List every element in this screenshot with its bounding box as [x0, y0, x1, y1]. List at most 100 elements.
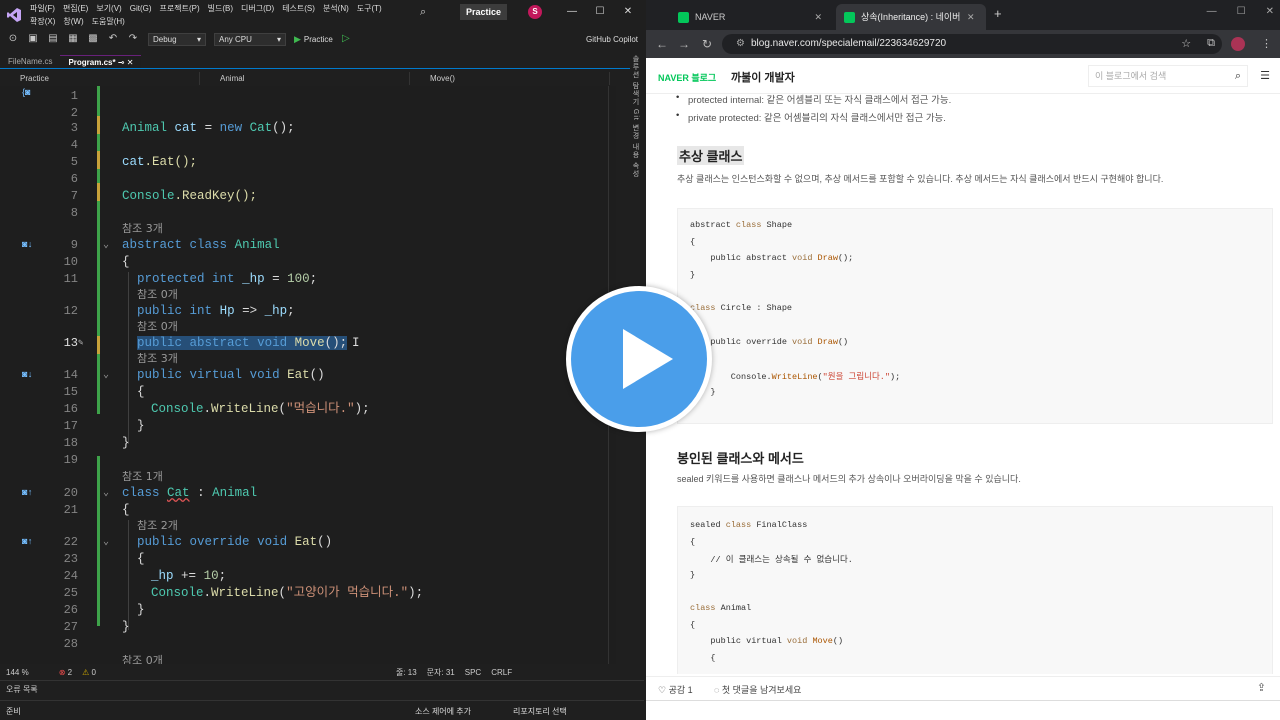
tab-program-cs[interactable]: Program.cs* ⊸ ✕ — [60, 55, 142, 68]
collapse-icon[interactable]: ⌄ — [103, 485, 109, 502]
zoom-level[interactable]: 144 % — [6, 668, 29, 677]
cursor-line[interactable]: 줄: 13 — [396, 667, 417, 678]
menu-project[interactable]: 프로젝트(P) — [160, 2, 208, 15]
codelens-reference-count[interactable]: 참조 0개 — [122, 652, 163, 664]
run-without-debug-icon[interactable]: ▷ — [339, 33, 353, 45]
site-info-icon[interactable]: ⚙ — [736, 38, 745, 49]
menu-edit[interactable]: 편집(E) — [63, 2, 96, 15]
play-video-button[interactable] — [566, 286, 712, 432]
search-icon[interactable]: ⌕ — [1235, 66, 1241, 86]
token-punct: . — [203, 586, 212, 600]
bookmark-star-icon[interactable]: ☆ — [1181, 37, 1191, 51]
address-bar[interactable]: ⚙ blog.naver.com/specialemail/22363462972… — [722, 34, 1222, 54]
menu-debug[interactable]: 디버그(D) — [241, 2, 282, 15]
add-to-source-control-button[interactable]: 소스 제어에 추가 — [415, 706, 471, 717]
error-count[interactable]: ⊗ 2 — [59, 668, 72, 677]
browser-tab-blog[interactable]: 상속(Inheritance) : 네이버 블로 ✕ — [836, 4, 986, 30]
hamburger-menu-icon[interactable]: ☰ — [1260, 69, 1270, 82]
like-button[interactable]: ♡ 공감 1 — [658, 683, 693, 696]
menu-view[interactable]: 보기(V) — [96, 2, 129, 15]
close-tab-icon[interactable]: ✕ — [127, 58, 134, 67]
menu-git[interactable]: Git(G) — [130, 2, 160, 15]
search-icon[interactable]: ⌕ — [420, 6, 436, 20]
codelens-refs[interactable]: 참조 3개 — [0, 350, 616, 367]
maximize-icon[interactable]: ☐ — [1237, 6, 1246, 17]
warning-count[interactable]: ⚠ 0 — [82, 668, 96, 677]
extensions-icon[interactable]: ⧉ — [1207, 37, 1215, 51]
share-icon[interactable]: ⇪ — [1257, 681, 1266, 694]
more-menu-icon[interactable]: ⋮ — [1261, 37, 1272, 51]
member-dropdown[interactable]: Move() — [410, 72, 610, 85]
pin-icon[interactable]: ⊸ — [118, 58, 125, 67]
forward-arrow-icon[interactable]: → — [678, 37, 690, 51]
code-editor[interactable]: {◙ 1 2 3 Animal cat = new Cat(); 4 5 cat.E… — [0, 86, 616, 664]
collapse-icon[interactable]: ⌄ — [103, 237, 109, 254]
codelens-refs[interactable]: 참조 1개 — [0, 468, 616, 485]
codelens-refs[interactable]: 참조 0개 — [0, 652, 616, 664]
comment-button[interactable]: ◌ 첫 댓글을 남겨보세요 — [714, 683, 801, 696]
close-tab-icon[interactable]: ✕ — [814, 6, 822, 28]
line-number: 3 — [70, 121, 78, 135]
collapse-icon[interactable]: ⌄ — [103, 534, 109, 551]
platform-select[interactable]: Any CPU ▾ — [214, 32, 286, 46]
codelens-reference-count[interactable]: 참조 2개 — [137, 517, 178, 534]
github-copilot-button[interactable]: GitHub Copilot — [586, 35, 638, 44]
inheritance-marker-icon[interactable]: ◙↑ — [22, 534, 38, 551]
horizontal-scrollbar[interactable] — [646, 700, 1280, 720]
menu-test[interactable]: 테스트(S) — [282, 2, 323, 15]
codelens-reference-count[interactable]: 참조 3개 — [137, 350, 178, 367]
maximize-icon[interactable]: ☐ — [586, 4, 614, 20]
codelens-reference-count[interactable]: 참조 0개 — [137, 286, 178, 303]
implementation-marker-icon[interactable]: ◙↓ — [22, 367, 38, 384]
menu-window[interactable]: 창(W) — [63, 15, 91, 28]
blog-title[interactable]: 까불이 개발자 — [731, 69, 795, 85]
back-arrow-icon[interactable]: ← — [656, 37, 668, 51]
open-folder-icon[interactable]: ▤ — [46, 33, 60, 45]
inheritance-marker-icon[interactable]: ◙↑ — [22, 485, 38, 502]
error-list-tab[interactable]: 오류 목록 — [0, 680, 644, 696]
nav-back-icon[interactable]: ⊙ — [6, 33, 20, 45]
browser-tab-naver[interactable]: NAVER ✕ — [670, 4, 830, 30]
save-icon[interactable]: ▦ — [66, 33, 80, 45]
implementation-marker-icon[interactable]: ◙↓ — [22, 237, 38, 254]
redo-icon[interactable]: ↷ — [126, 33, 140, 45]
cursor-column[interactable]: 문자: 31 — [427, 667, 455, 678]
new-item-icon[interactable]: ▣ — [26, 33, 40, 45]
menu-build[interactable]: 빌드(B) — [208, 2, 241, 15]
codelens-reference-count[interactable]: 참조 3개 — [122, 220, 163, 237]
codelens-refs[interactable]: 참조 3개 — [0, 220, 616, 237]
collapse-icon[interactable]: ⌄ — [103, 367, 109, 384]
start-debug-button[interactable]: ▶ Practice — [294, 34, 333, 45]
avatar[interactable]: S — [528, 5, 542, 19]
blog-search-input[interactable]: 이 블로그에서 검색 ⌕ — [1088, 65, 1248, 87]
codelens-refs[interactable]: 참조 0개 — [0, 286, 616, 303]
side-tool-panels[interactable]: 솔루션 탐색기 Git 변경 내용 속성 — [626, 55, 640, 255]
save-all-icon[interactable]: ▩ — [86, 33, 100, 45]
select-repository-button[interactable]: 리포지토리 선택 — [513, 706, 567, 717]
minimize-icon[interactable]: — — [558, 4, 586, 20]
codelens-reference-count[interactable]: 참조 1개 — [122, 468, 163, 485]
close-icon[interactable]: ✕ — [614, 4, 642, 20]
line-endings[interactable]: CRLF — [491, 668, 512, 677]
codelens-reference-count[interactable]: 참조 0개 — [137, 318, 178, 335]
class-dropdown[interactable]: Animal — [200, 72, 410, 85]
menu-analyze[interactable]: 분석(N) — [323, 2, 357, 15]
menu-tools[interactable]: 도구(T) — [357, 2, 390, 15]
undo-icon[interactable]: ↶ — [106, 33, 120, 45]
menu-help[interactable]: 도움말(H) — [92, 15, 133, 28]
tab-filename-cs[interactable]: FileName.cs — [0, 55, 60, 68]
configuration-select[interactable]: Debug ▾ — [148, 32, 206, 46]
close-icon[interactable]: ✕ — [1266, 6, 1274, 17]
naver-blog-logo[interactable]: NAVER 블로그 — [658, 71, 716, 84]
indent-mode[interactable]: SPC — [465, 668, 481, 677]
profile-avatar-icon[interactable] — [1231, 37, 1245, 51]
reload-icon[interactable]: ↻ — [702, 37, 712, 51]
minimize-icon[interactable]: — — [1207, 6, 1217, 17]
new-tab-icon[interactable]: + — [994, 6, 1002, 21]
menu-extensions[interactable]: 확장(X) — [30, 15, 63, 28]
codelens-refs[interactable]: 참조 0개 — [0, 318, 616, 335]
codelens-refs[interactable]: 참조 2개 — [0, 517, 616, 534]
project-dropdown[interactable]: Practice — [0, 72, 200, 85]
menu-file[interactable]: 파일(F) — [30, 2, 63, 15]
close-tab-icon[interactable]: ✕ — [967, 6, 975, 28]
